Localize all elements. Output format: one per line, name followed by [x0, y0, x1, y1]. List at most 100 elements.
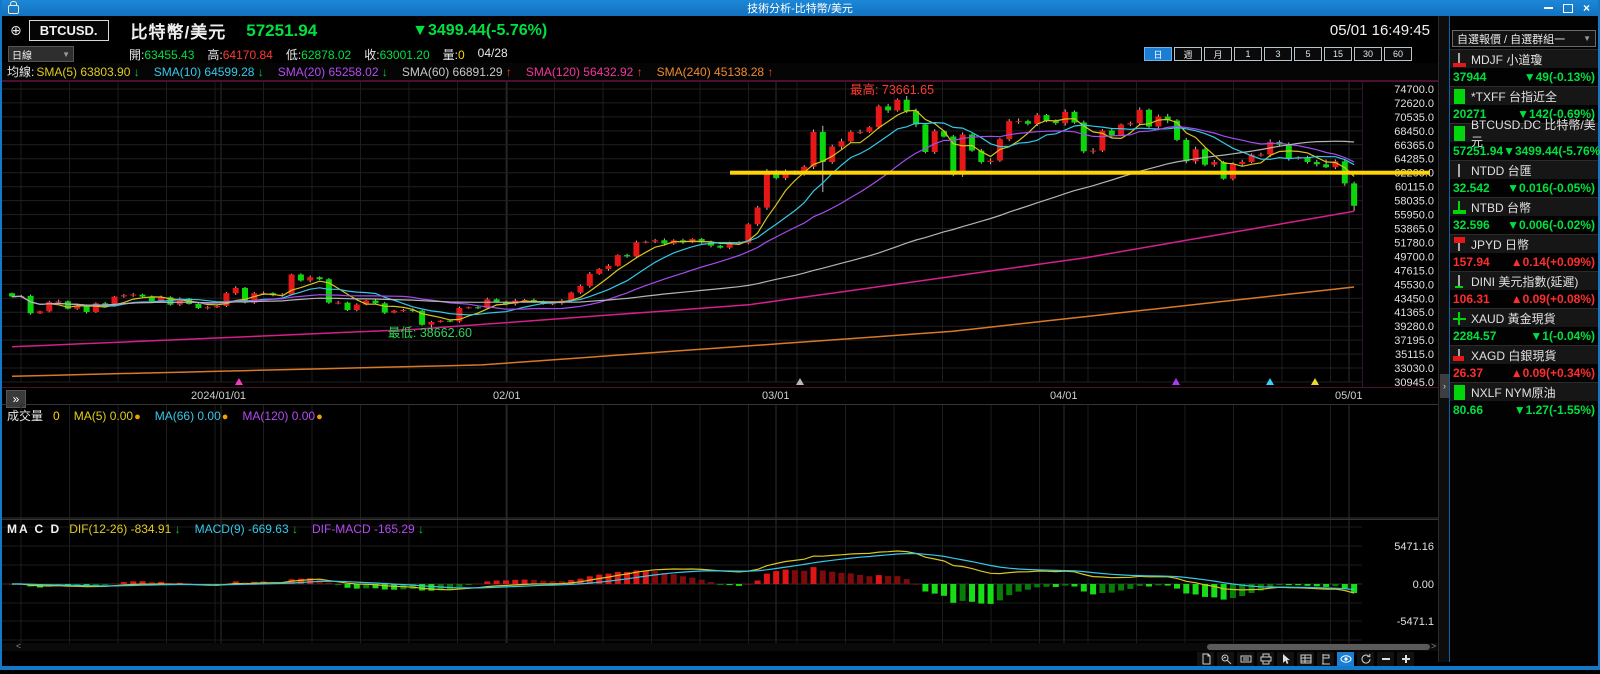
watchlist-item-BTCUSD.DC[interactable]: BTCUSD.DC 比特幣/美元 57251.94 ▼3499.44(-5.76%) [1450, 118, 1600, 160]
mini-candle-icon [1453, 88, 1466, 104]
timeframe-button-1[interactable]: 1 [1234, 47, 1262, 61]
svg-text:68450.0: 68450.0 [1394, 126, 1434, 138]
macd-panel[interactable]: MA C D DIF(12-26) -834.91 ↓ MACD(9) -669.… [2, 519, 1438, 643]
watchlist-item-NTDD[interactable]: NTDD 台匯 32.542 ▼0.016(-0.05%) [1450, 160, 1598, 197]
signal-flag-icon[interactable] [1317, 652, 1334, 666]
ohlc-label: 低: [285, 47, 302, 62]
timeframe-button-60[interactable]: 60 [1384, 47, 1412, 61]
horizontal-scrollbar[interactable]: < > [2, 641, 1438, 651]
macd-trend-arrow: ↓ [174, 522, 181, 536]
sma-label: SMA(120) 56432.92 [525, 64, 637, 79]
sma-label: SMA(240) 45138.28 [656, 64, 768, 79]
scroll-left-arrow[interactable]: < [16, 641, 21, 651]
watchlist-item-NTBD[interactable]: NTBD 台幣 32.596 ▼0.006(-0.02%) [1450, 197, 1598, 234]
watchlist-item-name-row[interactable]: BTCUSD.DC 比特幣/美元 [1450, 118, 1598, 149]
svg-text:43450.0: 43450.0 [1394, 293, 1434, 305]
ohlc-field: 收:63001.20 [364, 46, 429, 63]
refresh-icon[interactable] [1357, 652, 1374, 666]
timeframe-button-日[interactable]: 日 [1144, 47, 1172, 61]
eye-icon[interactable] [1337, 652, 1354, 666]
period-dropdown[interactable]: 日線 ▼ [8, 46, 74, 62]
crosshair-plus-icon[interactable]: ⊕ [10, 22, 22, 39]
sma-label: SMA(10) 64599.28 [153, 64, 258, 79]
timeframe-button-30[interactable]: 30 [1354, 47, 1382, 61]
volume-current: 0 [53, 408, 60, 423]
watchlist-item-name-row[interactable]: *TXFF 台指近全 [1450, 86, 1598, 105]
watchlist-item-price-row: 26.37 ▲0.09(+0.34%) [1450, 364, 1598, 382]
watchlist-item-name-row[interactable]: NTDD 台匯 [1450, 160, 1598, 179]
timeframe-button-15[interactable]: 15 [1324, 47, 1352, 61]
minimize-button[interactable] [1543, 7, 1553, 9]
watchlist-item-name-row[interactable]: NTBD 台幣 [1450, 197, 1598, 216]
printer-icon[interactable] [1257, 652, 1274, 666]
scroll-right-arrow[interactable]: > [1431, 641, 1436, 651]
x-axis-label: 2024/01/01 [191, 390, 247, 402]
svg-text:53865.0: 53865.0 [1394, 224, 1434, 236]
watchlist-change: ▼1(-0.04%) [1530, 329, 1595, 343]
zoom-in-icon[interactable] [1397, 652, 1414, 666]
watchlist-item-name-row[interactable]: JPYD 日幣 [1450, 234, 1598, 253]
timeframe-button-月[interactable]: 月 [1204, 47, 1232, 61]
watchlist-item-XAUD[interactable]: XAUD 黃金現貨 2284.57 ▼1(-0.04%) [1450, 308, 1598, 345]
zoom-out-icon[interactable] [1377, 652, 1394, 666]
watchlist-price: 32.596 [1453, 218, 1490, 232]
watchlist-item-price-row: 106.31 ▲0.09(+0.08%) [1450, 290, 1598, 308]
watchlist-item-price-row: 57251.94 ▼3499.44(-5.76%) [1450, 142, 1600, 160]
watchlist-item-NXLF[interactable]: NXLF NYM原油 80.66 ▼1.27(-1.55%) [1450, 382, 1598, 419]
watchlist-item-DINI[interactable]: DINI 美元指數(延遲) 106.31 ▲0.09(+0.08%) [1450, 271, 1598, 308]
last-price: 57251.94 [246, 20, 318, 40]
macd-legend-item: DIF(12-26) -834.91 ↓ [69, 522, 180, 536]
watchlist-group-dropdown[interactable]: 自選報價 / 自選群組一 ▼ [1452, 30, 1596, 47]
sma-legend-row: 均線: SMA(5) 63803.90 ↓ SMA(10) 64599.28 ↓ S… [2, 63, 1438, 81]
svg-text:66365.0: 66365.0 [1394, 140, 1434, 152]
lock-icon [8, 1, 19, 14]
x-axis-label: 04/01 [1050, 390, 1078, 402]
watchlist-item-name-row[interactable]: XAUD 黃金現貨 [1450, 308, 1598, 327]
watchlist-item-MDJF[interactable]: MDJF 小道瓊 37944 ▼49(-0.13%) [1450, 49, 1598, 86]
watchlist-change: ▲0.14(+0.09%) [1510, 255, 1595, 269]
watchlist-item-name-row[interactable]: XAGD 白銀現貨 [1450, 345, 1598, 364]
svg-text:-5471.1: -5471.1 [1397, 616, 1434, 628]
sma-trend-arrow: ↑ [505, 64, 512, 79]
svg-text:70535.0: 70535.0 [1394, 112, 1434, 124]
x-axis-label: 03/01 [762, 390, 790, 402]
scrollbar-thumb[interactable] [1207, 644, 1430, 650]
macd-legend-item: DIF-MACD -165.29 ↓ [312, 522, 424, 536]
macd-legend-item: MACD(9) -669.63 ↓ [195, 522, 298, 536]
document-icon[interactable] [1197, 652, 1214, 666]
sma-legend-item: SMA(5) 63803.90 ↓ [36, 65, 139, 79]
trend-analysis-icon[interactable] [1217, 652, 1234, 666]
ohlc-label: 量: [442, 47, 458, 62]
watchlist-price: 157.94 [1453, 255, 1490, 269]
macd-title: MA C D [7, 522, 62, 536]
grid-table-icon[interactable] [1297, 652, 1314, 666]
timeframe-button-3[interactable]: 3 [1264, 47, 1292, 61]
watchlist-item-name-row[interactable]: MDJF 小道瓊 [1450, 49, 1598, 68]
svg-text:39280.0: 39280.0 [1394, 321, 1434, 333]
sma-label: SMA(20) 65258.02 [277, 64, 382, 79]
main-candlestick-chart[interactable]: 74700.0 72620.0 70535.0 68450.0 66365.0 64285… [2, 81, 1438, 389]
watchlist-item-JPYD[interactable]: JPYD 日幣 157.94 ▲0.14(+0.09%) [1450, 234, 1598, 271]
ma-dot-icon: ● [221, 410, 229, 423]
candlestick-svg[interactable]: 74700.0 72620.0 70535.0 68450.0 66365.0 64285… [2, 81, 1438, 389]
collapse-handle[interactable]: › [1440, 374, 1449, 398]
restore-button[interactable] [1562, 3, 1573, 13]
timeframe-button-5[interactable]: 5 [1294, 47, 1322, 61]
macd-svg[interactable]: 5471.16 0.00 -5471.1 [2, 520, 1438, 643]
sma-legend-item: SMA(120) 56432.92 ↑ [526, 65, 643, 79]
watchlist-change: ▼0.016(-0.05%) [1507, 181, 1595, 195]
watchlist-price: 2284.57 [1453, 329, 1497, 343]
cursor-icon[interactable] [1277, 652, 1294, 666]
watchlist-price: 106.31 [1453, 292, 1490, 306]
watchlist-item-name-row[interactable]: NXLF NYM原油 [1450, 382, 1598, 401]
timeframe-button-週[interactable]: 週 [1174, 47, 1202, 61]
volume-panel[interactable]: 成交量 0 MA(5) 0.00● MA(66) 0.00● MA(120) 0.0… [2, 404, 1438, 519]
keyboard-icon[interactable] [1237, 652, 1254, 666]
bottom-toolbar [2, 651, 1438, 667]
panel-splitter[interactable]: › [1438, 16, 1449, 662]
watchlist-item-XAGD[interactable]: XAGD 白銀現貨 26.37 ▲0.09(+0.34%) [1450, 345, 1598, 382]
symbol-code-box[interactable]: BTCUSD. [28, 20, 109, 41]
watchlist-item-name-row[interactable]: DINI 美元指數(延遲) [1450, 271, 1598, 290]
close-button[interactable]: × [1583, 2, 1590, 14]
watchlist-symbol-name: NTBD 台幣 [1471, 200, 1532, 215]
